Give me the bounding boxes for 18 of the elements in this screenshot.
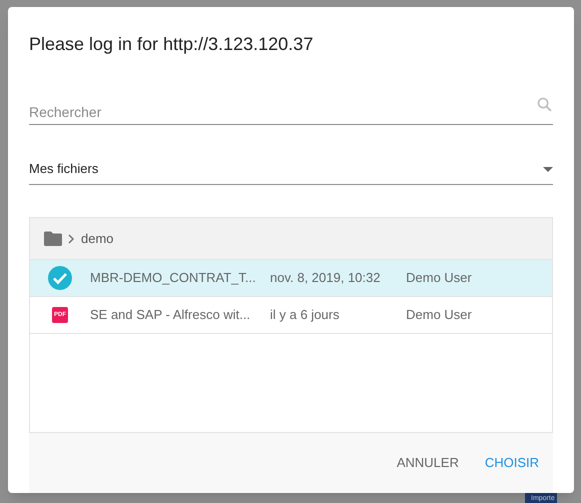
choose-button[interactable]: CHOISIR [478, 447, 545, 479]
search-field[interactable]: Rechercher [29, 92, 553, 125]
file-owner: Demo User [406, 269, 472, 288]
file-row[interactable]: MBR-DEMO_CONTRAT_T... nov. 8, 2019, 10:32 Demo User [30, 260, 552, 297]
file-name: SE and SAP - Alfresco wit... [90, 306, 252, 324]
check-circle-icon[interactable] [47, 265, 73, 291]
file-owner: Demo User [406, 306, 472, 324]
cancel-button[interactable]: ANNULER [390, 447, 465, 479]
file-name: MBR-DEMO_CONTRAT_T... [90, 269, 257, 288]
dropdown-caret-icon [543, 166, 553, 172]
folder-icon[interactable] [44, 231, 62, 246]
modified-date: il y a 6 jours [270, 306, 340, 324]
dialog-title: Please log in for http://3.123.120.37 [29, 33, 314, 56]
breadcrumb-folder[interactable]: demo [81, 228, 114, 248]
search-icon[interactable] [536, 96, 553, 113]
modified-date: nov. 8, 2019, 10:32 [270, 269, 382, 288]
source-select[interactable]: Mes fichiers [29, 154, 553, 185]
chevron-right-icon [68, 234, 75, 244]
